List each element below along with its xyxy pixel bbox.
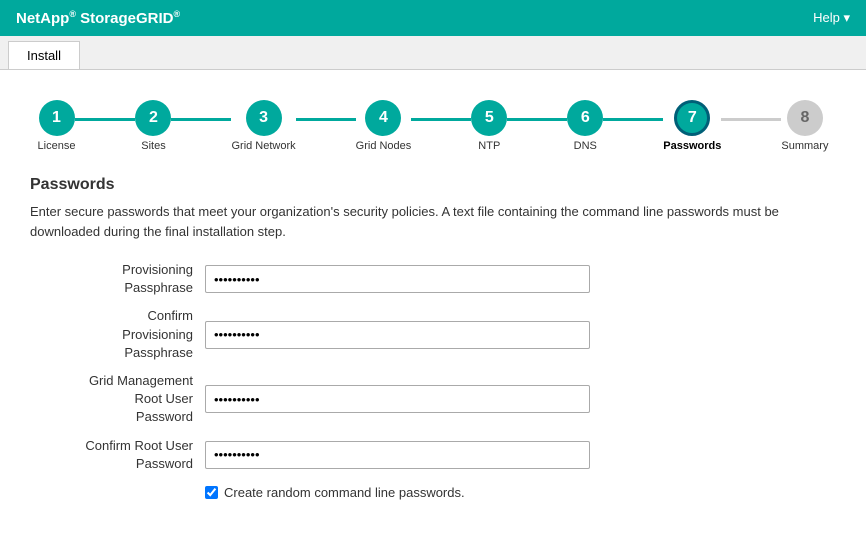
confirm-provisioning-passphrase-row: ConfirmProvisioningPassphrase bbox=[30, 307, 836, 362]
passwords-form: ProvisioningPassphrase ConfirmProvisioni… bbox=[30, 261, 836, 500]
provisioning-passphrase-label: ProvisioningPassphrase bbox=[30, 261, 205, 297]
provisioning-passphrase-input[interactable] bbox=[205, 265, 590, 293]
tab-install[interactable]: Install bbox=[8, 41, 80, 69]
step-2-label: Sites bbox=[141, 140, 165, 152]
step-4-circle: 4 bbox=[365, 100, 401, 136]
tab-bar: Install bbox=[0, 36, 866, 70]
step-6-circle: 6 bbox=[567, 100, 603, 136]
step-1-label: License bbox=[38, 140, 76, 152]
step-8: 8 Summary bbox=[781, 100, 828, 152]
confirm-root-password-row: Confirm Root UserPassword bbox=[30, 437, 836, 473]
step-2-circle: 2 bbox=[135, 100, 171, 136]
step-7-label: Passwords bbox=[663, 140, 721, 152]
step-3: 3 Grid Network bbox=[231, 100, 295, 152]
step-7-circle: 7 bbox=[674, 100, 710, 136]
step-6-label: DNS bbox=[574, 140, 597, 152]
page-description: Enter secure passwords that meet your or… bbox=[30, 202, 836, 241]
random-passwords-label[interactable]: Create random command line passwords. bbox=[224, 485, 465, 500]
app-title: NetApp® StorageGRID® bbox=[16, 9, 180, 27]
storagegrid-reg: ® bbox=[173, 9, 180, 19]
page-title: Passwords bbox=[30, 176, 836, 194]
step-5-circle: 5 bbox=[471, 100, 507, 136]
grid-management-password-row: Grid ManagementRoot UserPassword bbox=[30, 372, 836, 427]
random-passwords-checkbox[interactable] bbox=[205, 486, 218, 499]
main-content: 1 License 2 Sites 3 Grid Network 4 Grid … bbox=[0, 70, 866, 520]
step-1-circle: 1 bbox=[39, 100, 75, 136]
step-3-circle: 3 bbox=[246, 100, 282, 136]
confirm-provisioning-passphrase-label: ConfirmProvisioningPassphrase bbox=[30, 307, 205, 362]
help-menu[interactable]: Help bbox=[813, 10, 850, 26]
connector-4-5 bbox=[411, 118, 471, 121]
header: NetApp® StorageGRID® Help bbox=[0, 0, 866, 36]
connector-2-3 bbox=[171, 118, 231, 121]
step-8-label: Summary bbox=[781, 140, 828, 152]
step-4-label: Grid Nodes bbox=[356, 140, 412, 152]
step-8-circle: 8 bbox=[787, 100, 823, 136]
confirm-root-password-label: Confirm Root UserPassword bbox=[30, 437, 205, 473]
connector-1-2 bbox=[75, 118, 135, 121]
step-3-label: Grid Network bbox=[231, 140, 295, 152]
step-4: 4 Grid Nodes bbox=[356, 100, 412, 152]
random-passwords-checkbox-row: Create random command line passwords. bbox=[205, 485, 836, 500]
connector-5-6 bbox=[507, 118, 567, 121]
confirm-root-password-input[interactable] bbox=[205, 441, 590, 469]
confirm-provisioning-passphrase-input[interactable] bbox=[205, 321, 590, 349]
wizard-steps: 1 License 2 Sites 3 Grid Network 4 Grid … bbox=[30, 90, 836, 152]
step-5: 5 NTP bbox=[471, 100, 507, 152]
step-1: 1 License bbox=[38, 100, 76, 152]
step-6: 6 DNS bbox=[567, 100, 603, 152]
provisioning-passphrase-row: ProvisioningPassphrase bbox=[30, 261, 836, 297]
grid-management-password-label: Grid ManagementRoot UserPassword bbox=[30, 372, 205, 427]
connector-3-4 bbox=[296, 118, 356, 121]
step-5-label: NTP bbox=[478, 140, 500, 152]
netapp-reg: ® bbox=[69, 9, 76, 19]
connector-7-8 bbox=[721, 118, 781, 121]
step-7: 7 Passwords bbox=[663, 100, 721, 152]
grid-management-password-input[interactable] bbox=[205, 385, 590, 413]
connector-6-7 bbox=[603, 118, 663, 121]
step-2: 2 Sites bbox=[135, 100, 171, 152]
